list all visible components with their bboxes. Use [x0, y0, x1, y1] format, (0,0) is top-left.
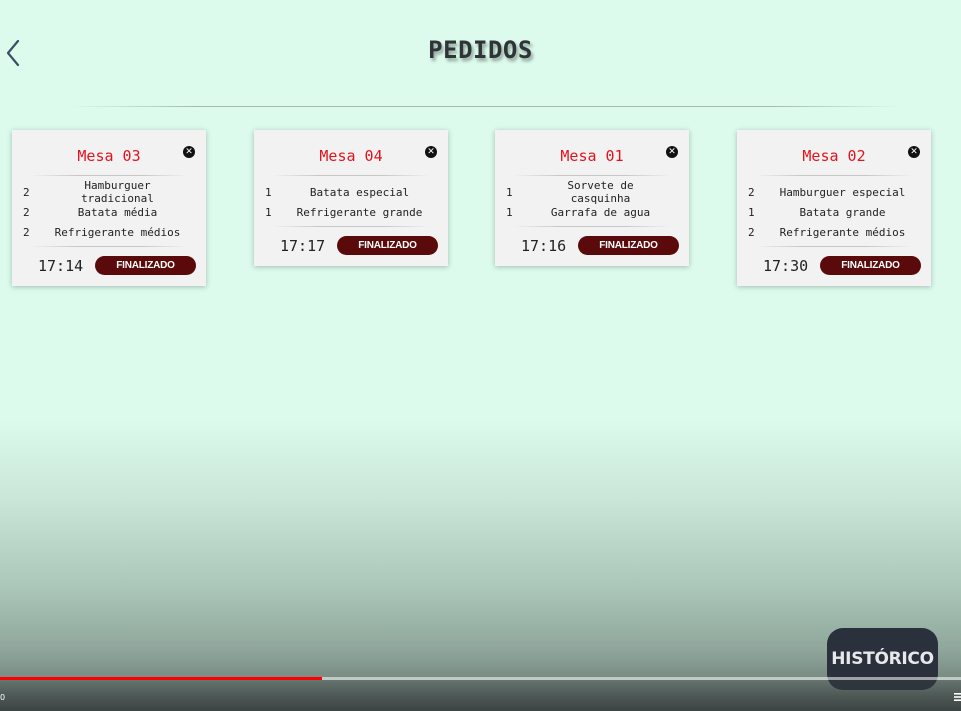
item-name: Garrafa de agua [550, 205, 651, 219]
card-divider [272, 175, 430, 176]
order-time: 17:17 [280, 236, 326, 255]
item-quantity: 1 [748, 205, 755, 219]
order-time: 17:30 [763, 256, 809, 275]
finalize-button[interactable]: FINALIZADO [578, 236, 679, 255]
close-icon[interactable]: ✕ [183, 146, 195, 158]
order-card: Mesa 04 ✕ 1 Batata especial 1 Refrigeran… [254, 130, 448, 266]
header-divider [70, 106, 900, 107]
item-quantity: 1 [506, 185, 513, 199]
order-table-title: Mesa 04 [319, 147, 383, 165]
item-name: Hamburguer especial [779, 185, 906, 199]
video-time-label: 0 [0, 693, 6, 702]
order-time: 17:14 [38, 256, 84, 275]
close-icon[interactable]: ✕ [666, 146, 678, 158]
order-item: 1 Garrafa de agua [495, 202, 689, 222]
item-name: Refrigerante médios [54, 225, 181, 239]
order-card: Mesa 03 ✕ 2 Hamburguer tradicional 2 Bat… [12, 130, 206, 286]
close-icon[interactable]: ✕ [425, 146, 437, 158]
item-name: Refrigerante grande [296, 205, 423, 219]
item-name: Batata grande [799, 205, 886, 219]
video-player-controls [0, 680, 961, 711]
item-quantity: 2 [748, 185, 755, 199]
item-name: Refrigerante médios [779, 225, 906, 239]
item-quantity: 2 [23, 185, 30, 199]
order-footer: 17:16 FINALIZADO [495, 227, 689, 266]
order-item: 1 Batata grande [737, 202, 931, 222]
order-time: 17:16 [521, 236, 567, 255]
page-title: PEDIDOS [428, 36, 533, 64]
finalize-button[interactable]: FINALIZADO [820, 256, 921, 275]
item-quantity: 2 [23, 205, 30, 219]
close-icon[interactable]: ✕ [908, 146, 920, 158]
item-quantity: 2 [748, 225, 755, 239]
order-item: 1 Batata especial [254, 182, 448, 202]
order-card: Mesa 01 ✕ 1 Sorvete de casquinha 1 Garra… [495, 130, 689, 266]
order-table-title: Mesa 03 [77, 147, 141, 165]
finalize-button[interactable]: FINALIZADO [337, 236, 438, 255]
item-name: Sorvete de casquinha [567, 179, 634, 205]
order-table-title: Mesa 02 [802, 147, 866, 165]
order-table-title: Mesa 01 [560, 147, 624, 165]
item-quantity: 1 [506, 205, 513, 219]
item-quantity: 1 [265, 205, 272, 219]
order-card: Mesa 02 ✕ 2 Hamburguer especial 1 Batata… [737, 130, 931, 286]
chapters-icon[interactable] [954, 692, 961, 702]
order-item: 1 Sorvete de casquinha [495, 179, 689, 205]
order-footer: 17:30 FINALIZADO [737, 247, 931, 286]
order-item: 2 Hamburguer especial [737, 182, 931, 202]
order-item: 2 Refrigerante médios [737, 222, 931, 242]
order-footer: 17:17 FINALIZADO [254, 227, 448, 266]
order-footer: 17:14 FINALIZADO [12, 247, 206, 286]
card-divider [30, 175, 188, 176]
order-item: 2 Hamburguer tradicional [12, 179, 206, 205]
item-name: Batata especial [309, 185, 410, 199]
order-item: 2 Refrigerante médios [12, 222, 206, 242]
item-name: Batata média [77, 205, 158, 219]
order-item: 2 Batata média [12, 202, 206, 222]
item-name: Hamburguer tradicional [81, 179, 154, 205]
card-divider [755, 175, 913, 176]
order-item: 1 Refrigerante grande [254, 202, 448, 222]
finalize-button[interactable]: FINALIZADO [95, 256, 196, 275]
item-quantity: 2 [23, 225, 30, 239]
item-quantity: 1 [265, 185, 272, 199]
card-divider [513, 175, 671, 176]
